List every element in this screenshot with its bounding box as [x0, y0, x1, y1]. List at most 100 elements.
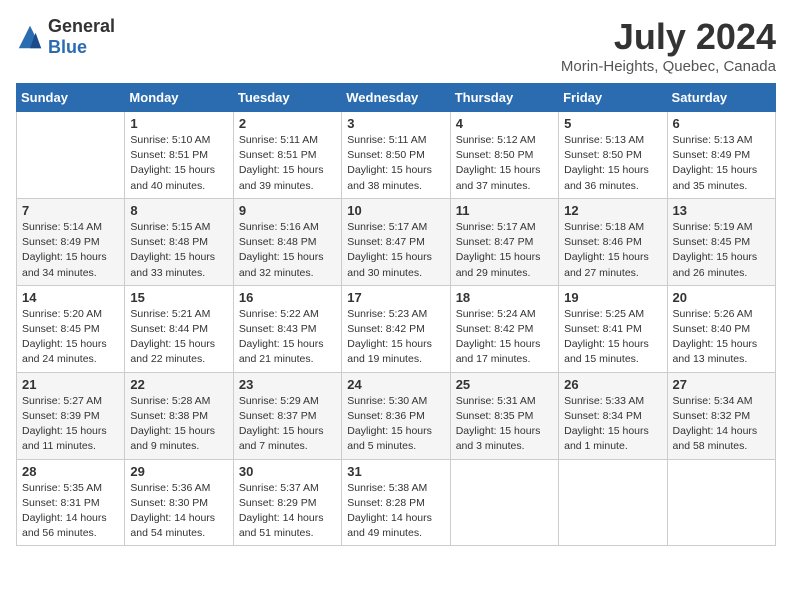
day-number: 21 — [22, 377, 119, 392]
day-number: 28 — [22, 464, 119, 479]
logo: General Blue — [16, 16, 115, 58]
calendar-cell: 20 Sunrise: 5:26 AMSunset: 8:40 PMDayligh… — [667, 285, 775, 372]
day-info: Sunrise: 5:24 AMSunset: 8:42 PMDaylight:… — [456, 307, 553, 368]
calendar-cell: 24 Sunrise: 5:30 AMSunset: 8:36 PMDayligh… — [342, 372, 450, 459]
weekday-header-wednesday: Wednesday — [342, 84, 450, 112]
calendar-cell: 26Sunrise: 5:33 AMSunset: 8:34 PMDayligh… — [559, 372, 667, 459]
day-info: Sunrise: 5:30 AMSunset: 8:36 PMDaylight:… — [347, 394, 444, 455]
day-info: Sunrise: 5:14 AMSunset: 8:49 PMDaylight:… — [22, 220, 119, 281]
day-number: 29 — [130, 464, 227, 479]
day-number: 13 — [673, 203, 770, 218]
day-number: 20 — [673, 290, 770, 305]
day-info: Sunrise: 5:36 AMSunset: 8:30 PMDaylight:… — [130, 481, 227, 542]
day-info: Sunrise: 5:35 AMSunset: 8:31 PMDaylight:… — [22, 481, 119, 542]
day-info: Sunrise: 5:37 AMSunset: 8:29 PMDaylight:… — [239, 481, 336, 542]
calendar-cell: 12 Sunrise: 5:18 AMSunset: 8:46 PMDayligh… — [559, 198, 667, 285]
day-number: 12 — [564, 203, 661, 218]
day-number: 25 — [456, 377, 553, 392]
calendar-cell: 4 Sunrise: 5:12 AMSunset: 8:50 PMDaylight… — [450, 112, 558, 199]
location-subtitle: Morin-Heights, Quebec, Canada — [561, 58, 776, 75]
day-info: Sunrise: 5:28 AMSunset: 8:38 PMDaylight:… — [130, 394, 227, 455]
calendar-cell: 6 Sunrise: 5:13 AMSunset: 8:49 PMDaylight… — [667, 112, 775, 199]
day-info: Sunrise: 5:38 AMSunset: 8:28 PMDaylight:… — [347, 481, 444, 542]
day-info: Sunrise: 5:11 AMSunset: 8:51 PMDaylight:… — [239, 133, 336, 194]
calendar-week-row: 21Sunrise: 5:27 AMSunset: 8:39 PMDayligh… — [17, 372, 776, 459]
logo-general-text: General — [48, 16, 115, 36]
weekday-header-friday: Friday — [559, 84, 667, 112]
day-info: Sunrise: 5:20 AMSunset: 8:45 PMDaylight:… — [22, 307, 119, 368]
title-area: July 2024 Morin-Heights, Quebec, Canada — [561, 16, 776, 75]
day-number: 23 — [239, 377, 336, 392]
calendar-week-row: 14 Sunrise: 5:20 AMSunset: 8:45 PMDayligh… — [17, 285, 776, 372]
day-info: Sunrise: 5:18 AMSunset: 8:46 PMDaylight:… — [564, 220, 661, 281]
day-number: 8 — [130, 203, 227, 218]
day-number: 17 — [347, 290, 444, 305]
day-number: 6 — [673, 116, 770, 131]
day-info: Sunrise: 5:17 AMSunset: 8:47 PMDaylight:… — [347, 220, 444, 281]
calendar-cell: 1 Sunrise: 5:10 AMSunset: 8:51 PMDaylight… — [125, 112, 233, 199]
day-number: 11 — [456, 203, 553, 218]
day-number: 24 — [347, 377, 444, 392]
logo-icon — [16, 23, 44, 51]
day-number: 7 — [22, 203, 119, 218]
day-info: Sunrise: 5:21 AMSunset: 8:44 PMDaylight:… — [130, 307, 227, 368]
month-year-title: July 2024 — [561, 16, 776, 58]
day-info: Sunrise: 5:17 AMSunset: 8:47 PMDaylight:… — [456, 220, 553, 281]
calendar-cell — [450, 459, 558, 546]
days-of-week-row: SundayMondayTuesdayWednesdayThursdayFrid… — [17, 84, 776, 112]
calendar-cell: 28 Sunrise: 5:35 AMSunset: 8:31 PMDayligh… — [17, 459, 125, 546]
day-info: Sunrise: 5:12 AMSunset: 8:50 PMDaylight:… — [456, 133, 553, 194]
calendar-week-row: 1 Sunrise: 5:10 AMSunset: 8:51 PMDaylight… — [17, 112, 776, 199]
day-number: 4 — [456, 116, 553, 131]
calendar-cell: 31 Sunrise: 5:38 AMSunset: 8:28 PMDayligh… — [342, 459, 450, 546]
day-info: Sunrise: 5:31 AMSunset: 8:35 PMDaylight:… — [456, 394, 553, 455]
day-number: 18 — [456, 290, 553, 305]
day-info: Sunrise: 5:16 AMSunset: 8:48 PMDaylight:… — [239, 220, 336, 281]
day-info: Sunrise: 5:11 AMSunset: 8:50 PMDaylight:… — [347, 133, 444, 194]
calendar-table: SundayMondayTuesdayWednesdayThursdayFrid… — [16, 83, 776, 546]
logo-blue-text: Blue — [48, 37, 87, 57]
weekday-header-tuesday: Tuesday — [233, 84, 341, 112]
day-info: Sunrise: 5:10 AMSunset: 8:51 PMDaylight:… — [130, 133, 227, 194]
calendar-cell: 10 Sunrise: 5:17 AMSunset: 8:47 PMDayligh… — [342, 198, 450, 285]
weekday-header-monday: Monday — [125, 84, 233, 112]
day-number: 16 — [239, 290, 336, 305]
day-number: 31 — [347, 464, 444, 479]
calendar-cell: 30 Sunrise: 5:37 AMSunset: 8:29 PMDayligh… — [233, 459, 341, 546]
day-number: 3 — [347, 116, 444, 131]
calendar-cell: 15 Sunrise: 5:21 AMSunset: 8:44 PMDayligh… — [125, 285, 233, 372]
calendar-cell: 21Sunrise: 5:27 AMSunset: 8:39 PMDayligh… — [17, 372, 125, 459]
day-info: Sunrise: 5:15 AMSunset: 8:48 PMDaylight:… — [130, 220, 227, 281]
day-number: 15 — [130, 290, 227, 305]
day-number: 22 — [130, 377, 227, 392]
calendar-cell: 3 Sunrise: 5:11 AMSunset: 8:50 PMDaylight… — [342, 112, 450, 199]
calendar-cell: 29 Sunrise: 5:36 AMSunset: 8:30 PMDayligh… — [125, 459, 233, 546]
calendar-cell: 17Sunrise: 5:23 AMSunset: 8:42 PMDayligh… — [342, 285, 450, 372]
calendar-cell: 19Sunrise: 5:25 AMSunset: 8:41 PMDayligh… — [559, 285, 667, 372]
calendar-cell: 13Sunrise: 5:19 AMSunset: 8:45 PMDayligh… — [667, 198, 775, 285]
day-info: Sunrise: 5:13 AMSunset: 8:49 PMDaylight:… — [673, 133, 770, 194]
calendar-week-row: 28 Sunrise: 5:35 AMSunset: 8:31 PMDayligh… — [17, 459, 776, 546]
weekday-header-saturday: Saturday — [667, 84, 775, 112]
day-info: Sunrise: 5:26 AMSunset: 8:40 PMDaylight:… — [673, 307, 770, 368]
day-number: 10 — [347, 203, 444, 218]
weekday-header-thursday: Thursday — [450, 84, 558, 112]
weekday-header-sunday: Sunday — [17, 84, 125, 112]
day-number: 2 — [239, 116, 336, 131]
calendar-cell: 27Sunrise: 5:34 AMSunset: 8:32 PMDayligh… — [667, 372, 775, 459]
day-number: 30 — [239, 464, 336, 479]
day-info: Sunrise: 5:22 AMSunset: 8:43 PMDaylight:… — [239, 307, 336, 368]
day-info: Sunrise: 5:13 AMSunset: 8:50 PMDaylight:… — [564, 133, 661, 194]
day-number: 1 — [130, 116, 227, 131]
calendar-cell — [559, 459, 667, 546]
day-number: 14 — [22, 290, 119, 305]
day-info: Sunrise: 5:33 AMSunset: 8:34 PMDaylight:… — [564, 394, 661, 455]
day-number: 5 — [564, 116, 661, 131]
calendar-cell — [667, 459, 775, 546]
day-info: Sunrise: 5:25 AMSunset: 8:41 PMDaylight:… — [564, 307, 661, 368]
calendar-cell: 16 Sunrise: 5:22 AMSunset: 8:43 PMDayligh… — [233, 285, 341, 372]
calendar-cell — [17, 112, 125, 199]
day-number: 27 — [673, 377, 770, 392]
calendar-cell: 14 Sunrise: 5:20 AMSunset: 8:45 PMDayligh… — [17, 285, 125, 372]
calendar-cell: 7 Sunrise: 5:14 AMSunset: 8:49 PMDaylight… — [17, 198, 125, 285]
